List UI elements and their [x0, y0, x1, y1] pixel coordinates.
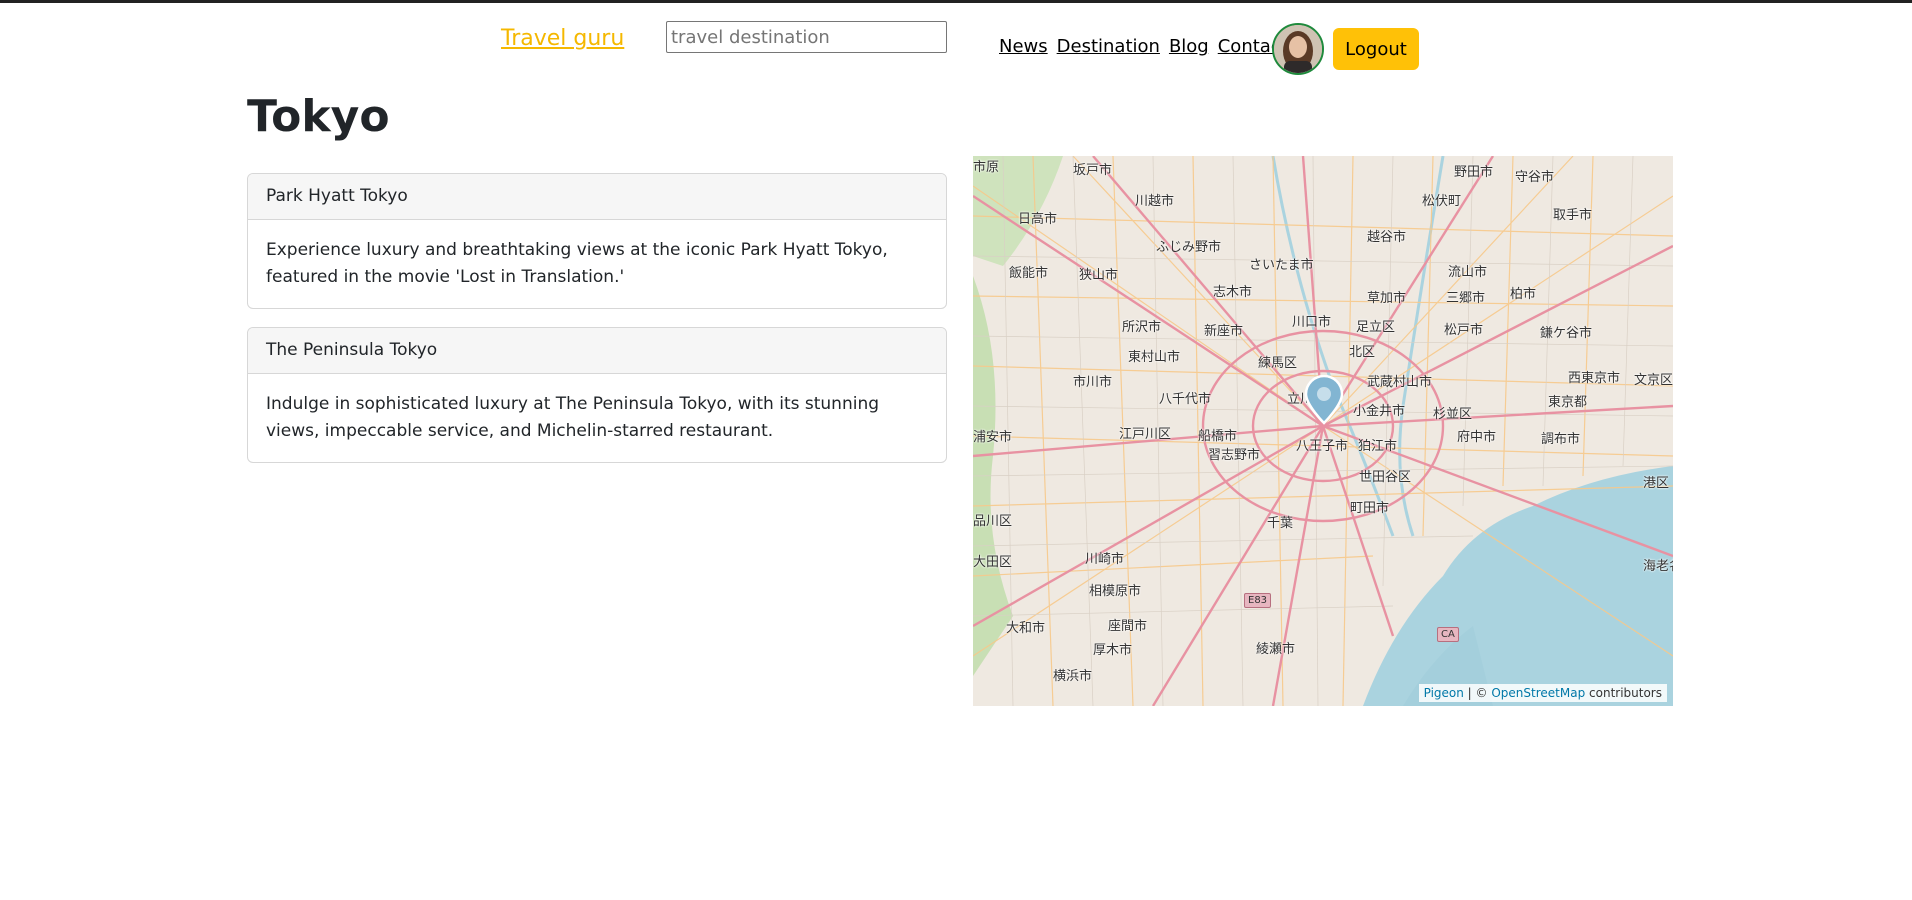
map-place-label: 草加市: [1367, 291, 1407, 306]
user-avatar-icon: [1274, 25, 1322, 73]
map-place-label: 千葉: [1267, 516, 1294, 531]
map-place-label: 川口市: [1292, 315, 1332, 330]
road-badge: E83: [1244, 593, 1272, 608]
map-place-label: 川越市: [1135, 194, 1175, 209]
attribution-suffix: contributors: [1585, 686, 1662, 700]
map-place-label: 東京都: [1548, 395, 1588, 410]
brand-link[interactable]: Travel guru: [501, 26, 624, 51]
map-place-label: 志木市: [1213, 285, 1253, 300]
map-place-label: 飯能市: [1009, 266, 1049, 281]
hotel-card-title: The Peninsula Tokyo: [248, 328, 946, 374]
map-place-label: 鎌ケ谷市: [1540, 326, 1593, 341]
attribution-separator: | ©: [1463, 686, 1492, 700]
map-place-label: 狭山市: [1079, 268, 1119, 283]
map-place-label: 柏市: [1510, 287, 1537, 302]
map-place-label: 狛江市: [1358, 439, 1398, 454]
nav-destination[interactable]: Destination: [1057, 36, 1160, 57]
map-place-label: 市原: [973, 160, 1000, 175]
map-place-label: 取手市: [1553, 208, 1593, 223]
map-place-label: 新座市: [1204, 324, 1244, 339]
map-place-label: 小金井市: [1353, 404, 1406, 419]
map-place-label: 流山市: [1448, 265, 1488, 280]
map-place-label: 三郷市: [1446, 291, 1486, 306]
map-place-label: 座間市: [1108, 619, 1148, 634]
map-place-label: 杉並区: [1433, 407, 1473, 422]
map-place-label: 野田市: [1454, 165, 1494, 180]
map-place-label: 浦安市: [973, 430, 1013, 445]
main-nav: News Destination Blog Contact: [999, 36, 1288, 57]
map-place-label: 松伏町: [1422, 194, 1462, 209]
map-place-label: 習志野市: [1208, 448, 1261, 463]
avatar[interactable]: [1272, 23, 1324, 75]
map-place-label: 綾瀬市: [1256, 642, 1296, 657]
page-title: Tokyo: [247, 91, 390, 142]
map-place-label: 守谷市: [1515, 170, 1555, 185]
map-place-label: 八千代市: [1159, 392, 1212, 407]
logout-button[interactable]: Logout: [1333, 28, 1419, 70]
attribution-link-osm[interactable]: OpenStreetMap: [1491, 686, 1585, 700]
map-place-label: 市川市: [1073, 375, 1113, 390]
map-place-label: 東村山市: [1128, 350, 1181, 365]
map-place-label: ふじみ野市: [1156, 240, 1222, 255]
map-place-label: 港区: [1643, 476, 1670, 491]
nav-news[interactable]: News: [999, 36, 1048, 57]
map-place-label: 日高市: [1018, 212, 1058, 227]
hotel-card: The Peninsula Tokyo Indulge in sophistic…: [247, 327, 947, 463]
map-place-label: 厚木市: [1093, 643, 1133, 658]
search-input[interactable]: [666, 21, 947, 53]
map-place-label: 府中市: [1457, 430, 1497, 445]
map-place-label: 八王子市: [1296, 439, 1349, 454]
map-place-label: 江戸川区: [1119, 427, 1172, 442]
map-place-label: 調布市: [1541, 432, 1581, 447]
map-place-label: 船橋市: [1198, 429, 1238, 444]
map-place-label: 町田市: [1350, 501, 1390, 516]
map-place-label: 横浜市: [1053, 669, 1093, 684]
location-pin-icon[interactable]: [1303, 375, 1345, 425]
map-attribution: Pigeon | © OpenStreetMap contributors: [1418, 684, 1667, 702]
map-place-label: 西東京市: [1568, 371, 1621, 386]
attribution-link-pigeon[interactable]: Pigeon: [1424, 686, 1464, 700]
hotel-card: Park Hyatt Tokyo Experience luxury and b…: [247, 173, 947, 309]
map-place-label: 品川区: [973, 514, 1013, 529]
nav-blog[interactable]: Blog: [1169, 36, 1209, 57]
hotel-card-description: Experience luxury and breathtaking views…: [266, 240, 888, 287]
hotel-card-description: Indulge in sophisticated luxury at The P…: [266, 394, 880, 441]
map-place-label: 相模原市: [1089, 584, 1142, 599]
map-place-label: 練馬区: [1258, 356, 1298, 371]
map-place-label: 越谷市: [1367, 230, 1407, 245]
map-place-label: 武蔵村山市: [1367, 375, 1433, 390]
map-place-label: さいたま市: [1249, 258, 1314, 273]
map-place-label: 坂戸市: [1073, 163, 1113, 178]
map-place-label: 海老名市: [1643, 559, 1673, 574]
map-place-label: 大和市: [1006, 621, 1046, 636]
map-place-label: 松戸市: [1444, 323, 1484, 338]
map-place-label: 所沢市: [1122, 320, 1162, 335]
map-place-label: 川崎市: [1085, 552, 1125, 567]
map-place-label: 大田区: [973, 555, 1013, 570]
hotel-card-title: Park Hyatt Tokyo: [248, 174, 946, 220]
road-badge: CA: [1437, 627, 1459, 642]
map-place-label: 北区: [1349, 345, 1376, 360]
map-place-label: 文京区: [1634, 373, 1673, 388]
map-view[interactable]: 坂戸市川越市日高市ふじみ野市さいたま市 越谷市 野田市 守谷市松伏町取手市飯能市 狭山市…: [973, 156, 1673, 706]
hotel-list: Park Hyatt Tokyo Experience luxury and b…: [247, 173, 947, 481]
map-place-label: 足立区: [1356, 320, 1396, 335]
map-place-label: 世田谷区: [1359, 470, 1412, 485]
